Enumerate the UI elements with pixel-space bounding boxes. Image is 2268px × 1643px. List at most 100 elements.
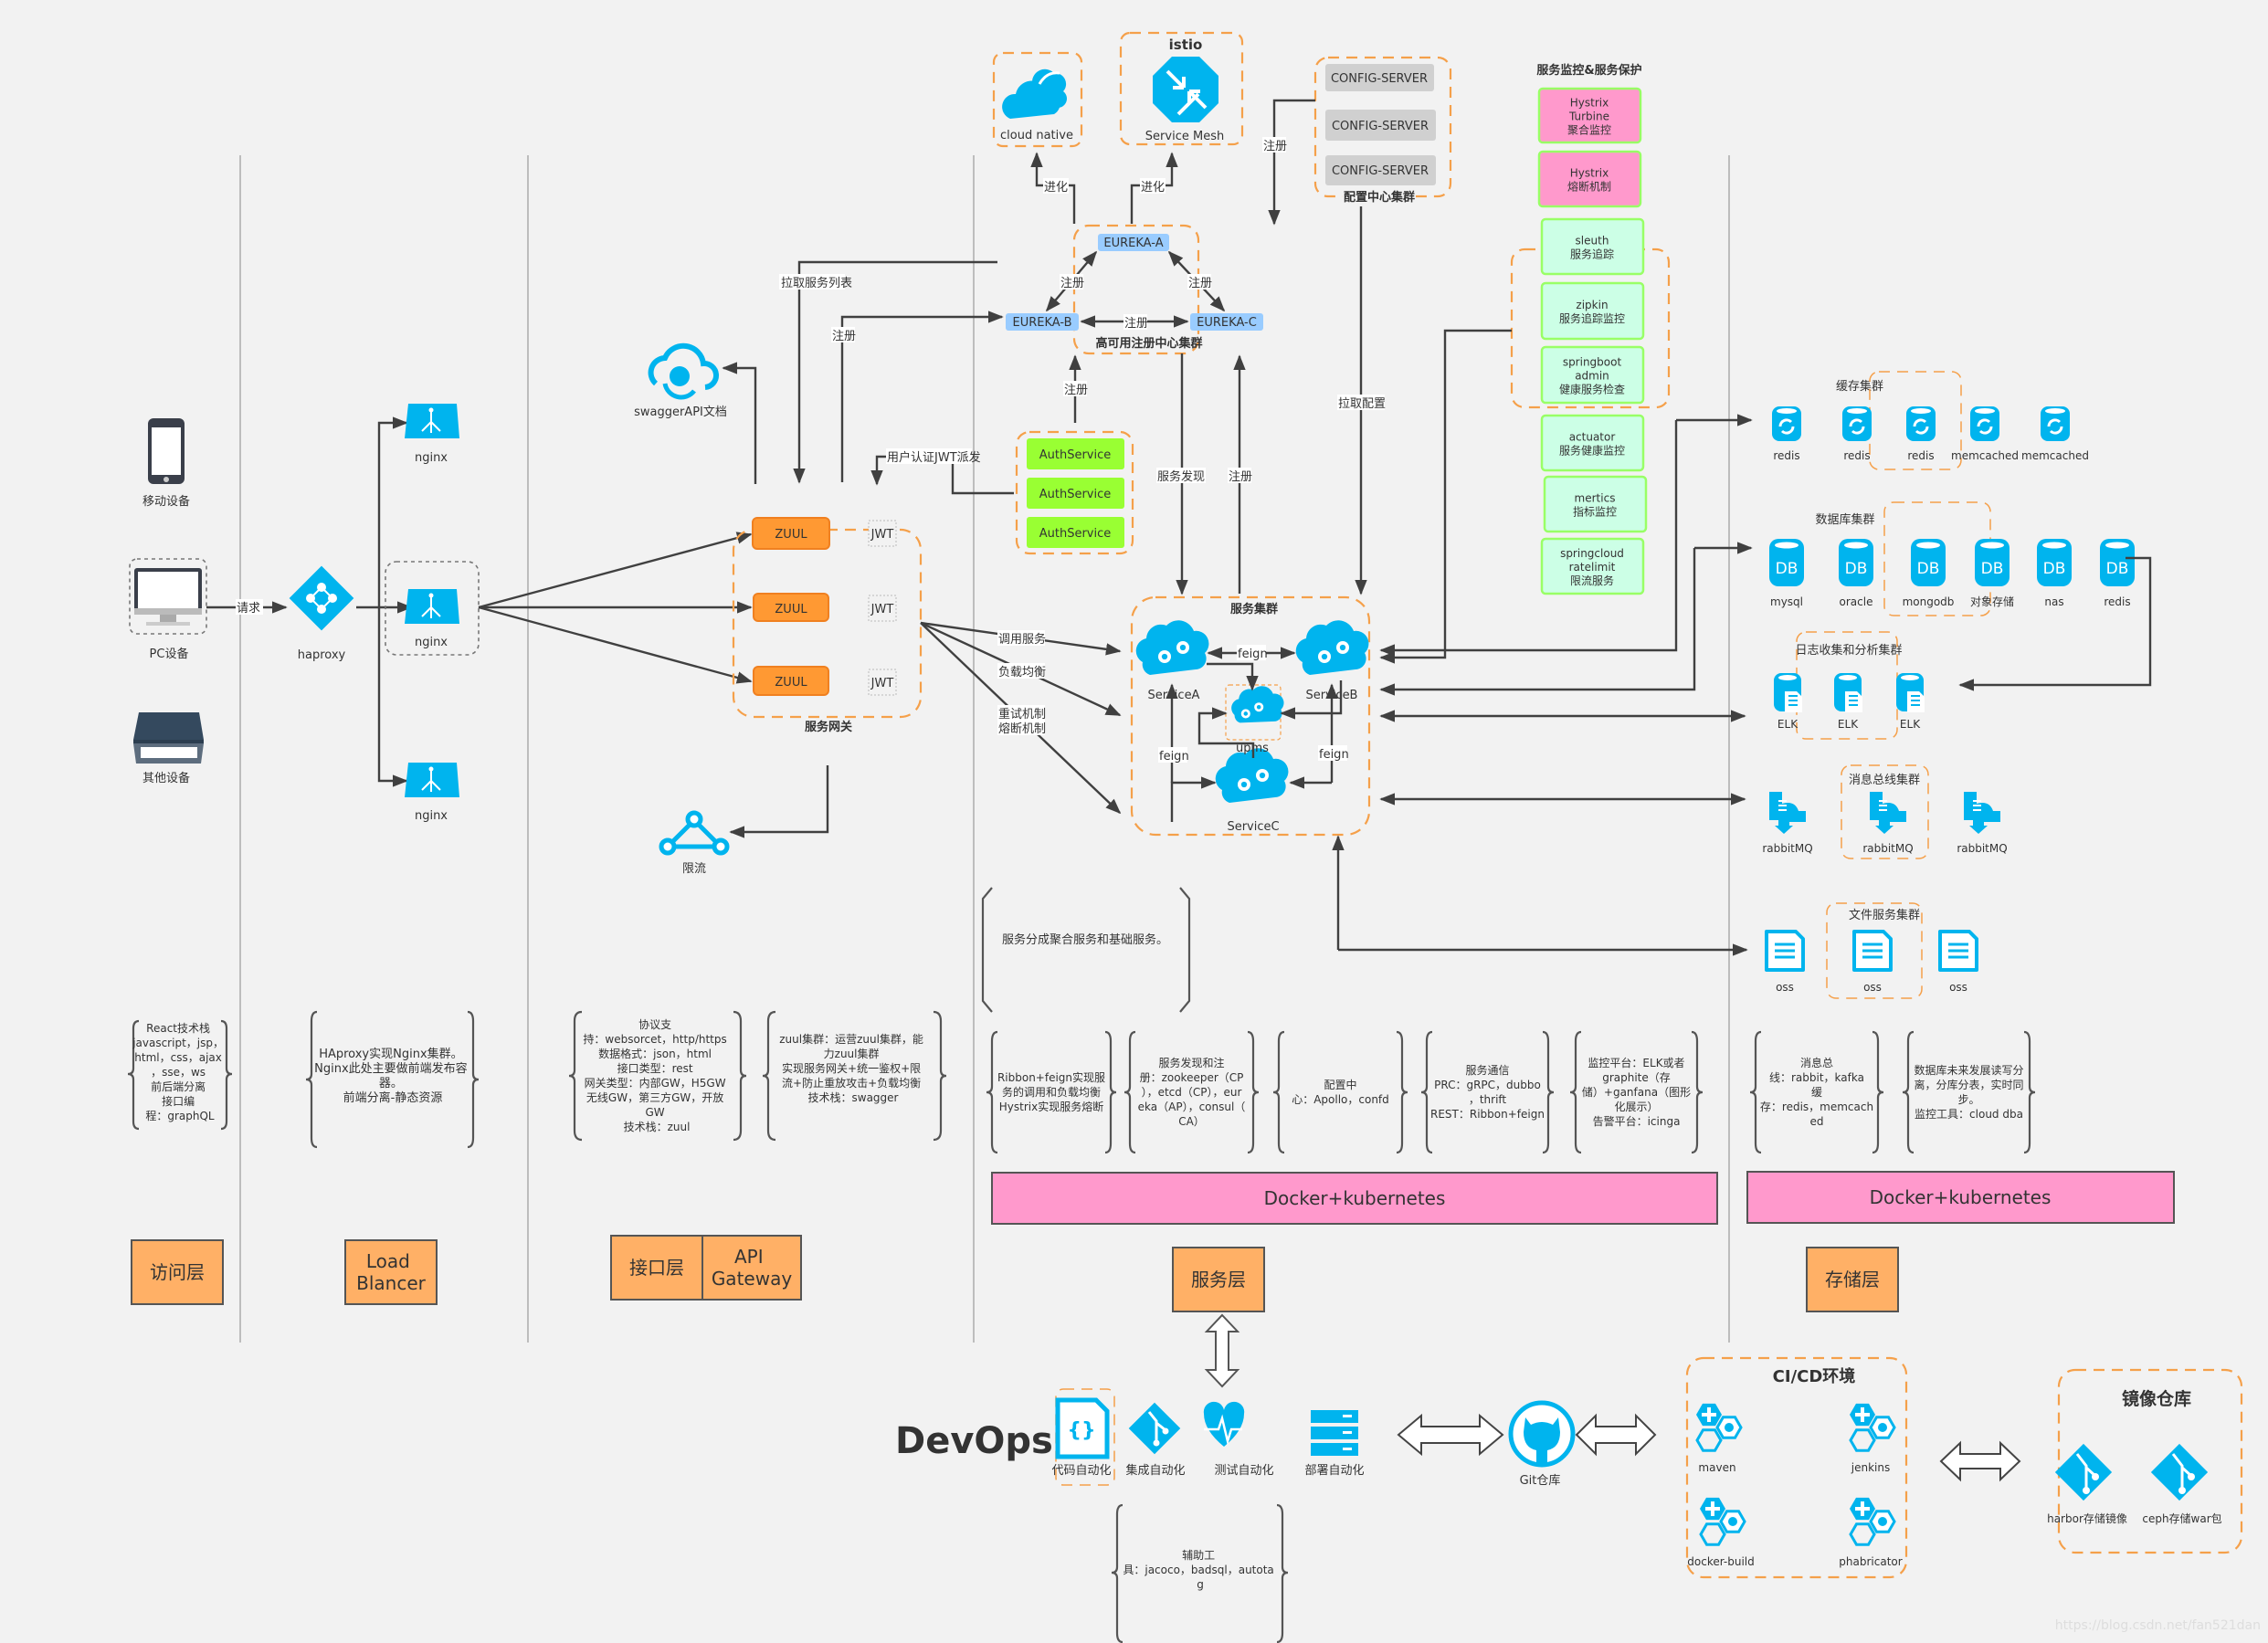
- cache-node[interactable]: memcached: [2021, 406, 2089, 462]
- zuul-node[interactable]: ZUUL: [753, 593, 829, 622]
- cache-node[interactable]: redis: [1906, 406, 1936, 462]
- log-node[interactable]: ELK: [1774, 673, 1802, 731]
- zuul-node[interactable]: ZUUL: [753, 666, 829, 696]
- monitor-item[interactable]: springcloud ratelimit 限流服务: [1540, 537, 1645, 595]
- auth-service-node[interactable]: AuthService: [1027, 478, 1124, 509]
- service-aggregate-note-text: 服务分成聚合服务和基础服务。: [1002, 932, 1168, 947]
- mq-node[interactable]: rabbitMQ: [1957, 792, 2008, 855]
- auth-service-node[interactable]: AuthService: [1027, 438, 1124, 469]
- monitor-item-label: sleuth 服务追踪: [1570, 235, 1614, 261]
- mq-node[interactable]: rabbitMQ: [1862, 792, 1914, 855]
- gateway-note-1: 协议支 持：websorcet，http/https 数据格式：json，htm…: [568, 1010, 747, 1142]
- storage-area: 缓存集群 redis redis redis memcached memcached 数…: [1746, 371, 2175, 1312]
- monitor-item[interactable]: mertics 指标监控: [1543, 475, 1648, 533]
- double-arrow-git-cicd: [1575, 1413, 1657, 1457]
- svg-text:docker-build: docker-build: [1687, 1555, 1754, 1568]
- load-balancer-note: HAproxy实现Nginx集群。 Nginx此处主要做前端发布容 器。 前端分…: [305, 1010, 480, 1149]
- db-node[interactable]: DB oracle: [1839, 539, 1873, 608]
- cicd-tools: maven jenkins docker-build phabricator: [1687, 1403, 1903, 1568]
- file-node[interactable]: oss: [1852, 930, 1893, 994]
- git-repo-label: Git仓库: [1520, 1473, 1561, 1488]
- monitor-item[interactable]: springboot admin 健康服务检查: [1540, 345, 1645, 405]
- db-node[interactable]: DB nas: [2037, 539, 2072, 608]
- monitoring-items: Hystrix Turbine 聚合监控 Hystrix 熔断机制 sleuth 服务追踪 z…: [1537, 87, 1648, 595]
- cicd-tool-node[interactable]: jenkins: [1849, 1403, 1896, 1474]
- config-group-label: 配置中心集群: [1344, 190, 1415, 205]
- svg-text:jenkins: jenkins: [1851, 1461, 1890, 1474]
- file-node[interactable]: oss: [1765, 930, 1805, 994]
- svg-text:ZUUL: ZUUL: [775, 603, 807, 616]
- message-queue-icon: [1870, 792, 1906, 834]
- svg-text:oss: oss: [1949, 981, 1967, 994]
- svg-text:nas: nas: [2044, 595, 2063, 608]
- service-note: 服务通信 PRC：gRPC，dubbo ，thrift REST：Ribbon+fei…: [1420, 1030, 1555, 1154]
- eureka-node-a[interactable]: EUREKA-A: [1098, 234, 1169, 251]
- service-devops-double-arrow: [1204, 1313, 1240, 1388]
- monitor-item[interactable]: actuator 服务健康监控: [1540, 414, 1645, 472]
- eureka-node-c[interactable]: EUREKA-C: [1190, 313, 1263, 331]
- feign-label: feign: [1159, 750, 1189, 764]
- ceph-git-icon: [2150, 1443, 2209, 1501]
- feign-label: feign: [1319, 748, 1349, 762]
- layer-separators: [239, 155, 1730, 1343]
- device-label-pc: PC设备: [150, 647, 189, 661]
- service-note-text: 监控平台：ELK或者 graphite（存储）+ganfana（图形化展示）告警平…: [1582, 1056, 1691, 1128]
- monitor-to-service-arrow: [1379, 329, 1512, 664]
- devops-area: DevOps {} 代码自动化 集成自动化 测试自动化 部署自动化 辅助工 具：…: [895, 1356, 2243, 1643]
- monitor-item[interactable]: zipkin 服务追踪监控: [1540, 281, 1645, 341]
- db-node[interactable]: DB redis: [2100, 539, 2135, 608]
- service-node-upms[interactable]: [1231, 686, 1284, 723]
- auth-cluster: AuthService AuthService AuthService: [1015, 430, 1134, 555]
- config-server-node[interactable]: CONFIG-SERVER: [1325, 64, 1434, 91]
- svg-text:CONFIG-SERVER: CONFIG-SERVER: [1331, 72, 1428, 86]
- svg-text:mysql: mysql: [1770, 595, 1803, 608]
- cicd-tool-node[interactable]: maven: [1695, 1403, 1743, 1474]
- monitor-item[interactable]: sleuth 服务追踪: [1540, 217, 1645, 276]
- cache-node[interactable]: redis: [1772, 406, 1801, 462]
- register-label: 注册: [1263, 140, 1287, 153]
- cicd-tool-node[interactable]: phabricator: [1839, 1497, 1903, 1568]
- mq-node[interactable]: rabbitMQ: [1762, 792, 1813, 855]
- svg-text:rabbitMQ: rabbitMQ: [1762, 842, 1812, 855]
- service-node-b[interactable]: [1295, 620, 1369, 675]
- eureka-node-b[interactable]: EUREKA-B: [1006, 313, 1079, 331]
- cloud-gear-icon: [1295, 620, 1369, 675]
- db-node[interactable]: DB 对象存储: [1970, 539, 2014, 608]
- config-server-node[interactable]: CONFIG-SERVER: [1325, 110, 1436, 141]
- monitor-item[interactable]: Hystrix Turbine 聚合监控: [1537, 87, 1642, 144]
- auth-service-node[interactable]: AuthService: [1027, 517, 1124, 548]
- log-node[interactable]: ELK: [1896, 673, 1925, 731]
- brace-left: [1272, 1030, 1285, 1154]
- architecture-diagram: 移动设备 PC设备 其他设备 请求 React技术栈 javascript，js…: [127, 31, 2261, 1643]
- scanner-icon: [133, 712, 204, 764]
- cloud-native-label: cloud native: [1000, 129, 1073, 142]
- nginx-node-middle: nginx: [405, 589, 459, 649]
- svg-text:maven: maven: [1698, 1461, 1735, 1474]
- svg-text:redis: redis: [2104, 595, 2130, 608]
- service-node-a[interactable]: [1135, 620, 1209, 675]
- svg-text:oss: oss: [1863, 981, 1882, 994]
- log-cluster-title: 日志收集和分析集群: [1795, 643, 1902, 658]
- config-server-node[interactable]: CONFIG-SERVER: [1325, 155, 1436, 185]
- message-queue-icon: [1964, 792, 2000, 834]
- file-node[interactable]: oss: [1938, 930, 1978, 994]
- gateway-to-swagger-arrow: [722, 362, 757, 484]
- evolution-area: cloud native istio Service Mesh 进化 进化: [992, 31, 1244, 224]
- monitor-item[interactable]: Hystrix 熔断机制: [1537, 150, 1642, 208]
- svg-text:EUREKA-B: EUREKA-B: [1012, 316, 1071, 330]
- monitoring-area: 服务监控&服务保护 Hystrix Turbine 聚合监控 Hystrix 熔断机制 s…: [1379, 63, 1671, 664]
- svg-text:rabbitMQ: rabbitMQ: [1957, 842, 2007, 855]
- mq-items: rabbitMQ rabbitMQ rabbitMQ: [1762, 792, 2008, 855]
- ratelimit-label: 限流: [682, 862, 706, 876]
- log-node[interactable]: ELK: [1834, 673, 1862, 731]
- service-node-c[interactable]: [1215, 748, 1289, 803]
- service-note-text: 配置中心：Apollo，confd: [1292, 1078, 1389, 1106]
- cicd-tool-node[interactable]: docker-build: [1687, 1497, 1755, 1568]
- brace-left: [1902, 1030, 1915, 1154]
- zuul-node[interactable]: ZUUL: [752, 517, 830, 550]
- brace-left: [1123, 1030, 1136, 1154]
- db-node[interactable]: DB mysql: [1769, 539, 1804, 608]
- db-node[interactable]: DB mongodb: [1903, 539, 1955, 608]
- cache-node[interactable]: memcached: [1951, 406, 2019, 462]
- cache-node[interactable]: redis: [1842, 406, 1872, 462]
